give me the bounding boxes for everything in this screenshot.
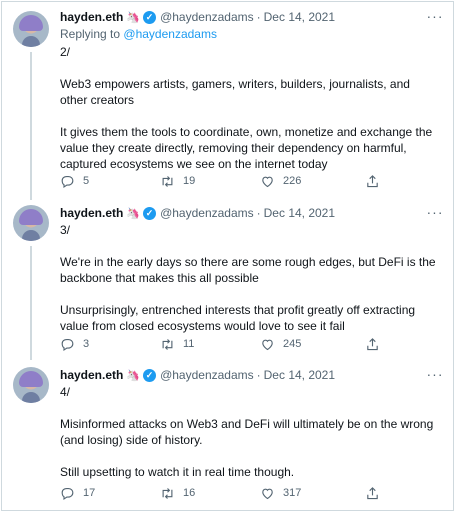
- tweet-actions: 3 11 245: [60, 335, 450, 353]
- thread-connector-line: [30, 52, 32, 200]
- tweet-2[interactable]: hayden.eth 🦄 ✓ @haydenzadams · Dec 14, 2…: [0, 0, 455, 200]
- heart-icon: [262, 339, 273, 350]
- tweet-paragraph: Web3 empowers artists, gamers, writers, …: [60, 77, 410, 107]
- retweet-count: 16: [183, 487, 196, 499]
- tweet-header: hayden.eth 🦄 ✓ @haydenzadams · Dec 14, 2…: [60, 366, 335, 384]
- share-icon: [367, 486, 378, 499]
- tweet-paragraph: It gives them the tools to coordinate, o…: [60, 125, 433, 171]
- replying-to-link[interactable]: @haydenzadams: [123, 27, 217, 41]
- tweet-paragraph: We're in the early days so there are som…: [60, 255, 436, 285]
- share-icon: [367, 174, 378, 187]
- tweet-paragraph: Still upsetting to watch it in real time…: [60, 465, 295, 479]
- heart-icon: [262, 488, 273, 499]
- reply-button[interactable]: 3: [60, 335, 89, 353]
- tweet-text: 4/ Misinformed attacks on Web3 and DeFi …: [60, 384, 440, 480]
- reply-button[interactable]: 17: [60, 484, 95, 502]
- reply-count: 3: [83, 338, 90, 350]
- more-horizontal-icon[interactable]: ···: [426, 205, 444, 223]
- tweet-paragraph: 3/: [60, 223, 71, 237]
- verified-badge-icon: ✓: [143, 206, 157, 220]
- verified-badge-icon: ✓: [143, 368, 157, 382]
- more-horizontal-icon[interactable]: ···: [426, 367, 444, 385]
- reply-count: 17: [83, 487, 96, 499]
- tweet-actions: 17 16 317: [60, 484, 450, 502]
- tweet-paragraph: 4/: [60, 385, 71, 399]
- like-button[interactable]: 245: [260, 335, 301, 353]
- author-name[interactable]: hayden.eth: [60, 368, 123, 382]
- retweet-icon: [162, 487, 173, 499]
- tweet-actions: 5 19 226: [60, 172, 450, 190]
- thread-connector-line: [30, 246, 32, 360]
- author-avatar[interactable]: [13, 367, 49, 403]
- tweet-paragraph: Unsurprisingly, entrenched interests tha…: [60, 303, 416, 333]
- author-handle[interactable]: @haydenzadams: [160, 10, 254, 24]
- author-avatar[interactable]: [13, 205, 49, 241]
- retweet-button[interactable]: 19: [160, 172, 195, 190]
- retweet-count: 19: [183, 175, 196, 187]
- tweet-paragraph: 2/: [60, 45, 71, 59]
- tweet-text: 3/ We're in the early days so there are …: [60, 222, 440, 334]
- tweet-3[interactable]: hayden.eth 🦄 ✓ @haydenzadams · Dec 14, 2…: [0, 200, 455, 360]
- tweet-text: 2/ Web3 empowers artists, gamers, writer…: [60, 44, 440, 172]
- retweet-button[interactable]: 11: [160, 335, 194, 353]
- unicorn-emoji-icon: 🦄: [126, 207, 141, 220]
- tweet-header: hayden.eth 🦄 ✓ @haydenzadams · Dec 14, 2…: [60, 204, 335, 222]
- replying-to-label: Replying to: [60, 27, 121, 41]
- retweet-button[interactable]: 16: [160, 484, 195, 502]
- like-count: 226: [283, 175, 302, 187]
- author-handle[interactable]: @haydenzadams: [160, 368, 254, 382]
- author-handle[interactable]: @haydenzadams: [160, 206, 254, 220]
- retweet-count: 11: [183, 338, 195, 350]
- more-horizontal-icon[interactable]: ···: [426, 9, 444, 27]
- share-button[interactable]: [365, 484, 380, 502]
- unicorn-emoji-icon: 🦄: [126, 369, 141, 382]
- retweet-icon: [162, 175, 173, 187]
- reply-count: 5: [83, 175, 90, 187]
- author-name[interactable]: hayden.eth: [60, 206, 123, 220]
- tweet-date[interactable]: Dec 14, 2021: [264, 368, 335, 382]
- tweet-date[interactable]: Dec 14, 2021: [264, 206, 335, 220]
- share-icon: [367, 337, 378, 350]
- heart-icon: [262, 176, 273, 187]
- like-button[interactable]: 226: [260, 172, 301, 190]
- tweet-paragraph: Misinformed attacks on Web3 and DeFi wil…: [60, 417, 434, 447]
- author-name[interactable]: hayden.eth: [60, 10, 123, 24]
- tweet-4[interactable]: hayden.eth 🦄 ✓ @haydenzadams · Dec 14, 2…: [0, 360, 455, 512]
- separator-dot: ·: [256, 368, 261, 382]
- like-count: 245: [283, 338, 302, 350]
- tweet-header: hayden.eth 🦄 ✓ @haydenzadams · Dec 14, 2…: [60, 8, 335, 26]
- reply-button[interactable]: 5: [60, 172, 89, 190]
- unicorn-emoji-icon: 🦄: [126, 11, 141, 24]
- like-button[interactable]: 317: [260, 484, 301, 502]
- share-button[interactable]: [365, 335, 380, 353]
- separator-dot: ·: [256, 206, 261, 220]
- retweet-icon: [162, 338, 173, 350]
- tweet-date[interactable]: Dec 14, 2021: [264, 10, 335, 24]
- reply-icon: [61, 338, 74, 351]
- replying-to: Replying to @haydenzadams: [60, 27, 217, 41]
- like-count: 317: [283, 487, 302, 499]
- separator-dot: ·: [256, 10, 261, 24]
- reply-icon: [61, 175, 74, 188]
- author-avatar[interactable]: [13, 11, 49, 47]
- verified-badge-icon: ✓: [143, 10, 157, 24]
- share-button[interactable]: [365, 172, 380, 190]
- reply-icon: [61, 487, 74, 500]
